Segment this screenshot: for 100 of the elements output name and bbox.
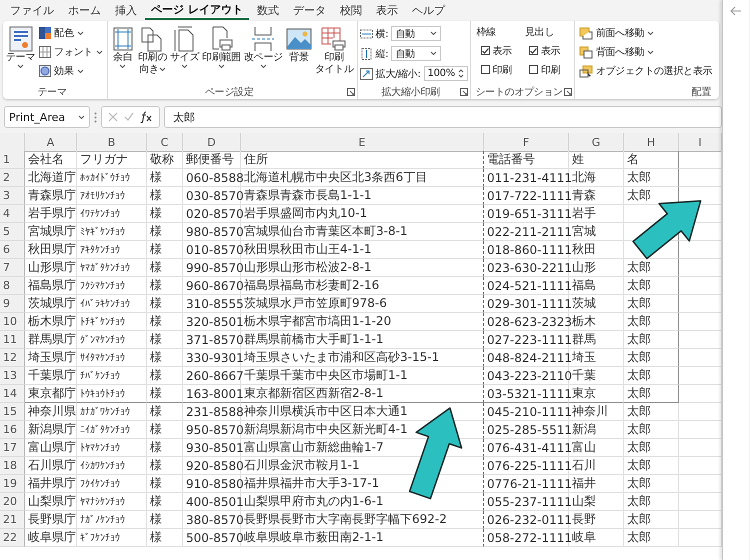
- ribbon-tab[interactable]: ファイル: [4, 1, 60, 20]
- table-cell: 930-8501: [183, 439, 241, 457]
- dropdown-field[interactable]: 自動: [391, 26, 442, 41]
- table-cell: フリガナ: [77, 151, 147, 169]
- table-cell: 960-8670: [183, 277, 241, 295]
- table-cell: 栃木県宇都宮市塙田1-1-20: [241, 313, 484, 331]
- table-cell: 400-8501: [183, 493, 241, 511]
- checkbox[interactable]: [528, 65, 538, 74]
- table-cell: ｸﾞﾝﾏｹﾝﾁｮｳ: [77, 331, 147, 349]
- theme-button[interactable]: テーマ: [5, 24, 36, 85]
- page-setup-button[interactable]: 背景: [284, 24, 313, 85]
- row-header: 9: [0, 295, 25, 313]
- dialog-launcher-icon[interactable]: [564, 88, 572, 96]
- checkbox[interactable]: [528, 46, 538, 55]
- function-icon[interactable]: [140, 111, 153, 123]
- table-cell: ｻｲﾀﾏｹﾝﾁｮｳ: [77, 349, 147, 367]
- caret-icon: [119, 64, 126, 69]
- table-cell: 様: [147, 511, 183, 529]
- formula-field[interactable]: 太郎: [164, 106, 722, 128]
- ribbon-tab[interactable]: 表示: [370, 1, 404, 20]
- arrange-button[interactable]: オブジェクトの選択と表示: [576, 62, 714, 80]
- group-label: テーマ: [37, 86, 67, 99]
- table-cell: 950-8570: [183, 421, 241, 439]
- arrange-button[interactable]: 背面へ移動: [576, 43, 714, 61]
- check-icon[interactable]: [124, 112, 134, 122]
- table-cell: ﾔﾏｶﾞﾀｹﾝﾁｮｳ: [77, 259, 147, 277]
- table-cell: 011-231-4111: [484, 169, 569, 187]
- scale-icon: [360, 68, 373, 80]
- ribbon-tab[interactable]: 校閲: [334, 1, 368, 20]
- table-cell: 様: [147, 169, 183, 187]
- caret-icon: [260, 64, 267, 69]
- table-cell: ﾌｸｼﾏｹﾝﾁｮｳ: [77, 277, 147, 295]
- caret-icon: [96, 50, 103, 54]
- checkbox[interactable]: [480, 65, 490, 74]
- table-cell: 会社名: [25, 151, 77, 169]
- table-cell: 茨城: [569, 295, 624, 313]
- ribbon-tab[interactable]: ヘルプ: [406, 1, 451, 20]
- row-header: 5: [0, 223, 25, 241]
- caret-icon: [76, 30, 84, 36]
- dialog-launcher-icon[interactable]: [346, 88, 355, 96]
- table-cell: ｱｵﾓﾘｹﾝﾁｮｳ: [77, 187, 147, 205]
- table-cell: 山梨: [569, 493, 624, 511]
- row-header: 16: [0, 421, 25, 439]
- group-label: シートのオプション: [476, 86, 563, 99]
- table-cell: 郵便番号: [183, 151, 241, 169]
- table-cell: ｷﾞﾌｹﾝﾁｮｳ: [77, 529, 147, 547]
- table-cell: ｲﾜﾃｹﾝﾁｮｳ: [77, 205, 147, 223]
- theme-option-button[interactable]: 配色: [37, 24, 105, 42]
- theme-option-button[interactable]: 効果: [37, 62, 105, 80]
- ribbon-tab[interactable]: ホーム: [62, 1, 107, 20]
- spinner-icon: [458, 68, 464, 79]
- table-cell: 東京都庁: [25, 385, 77, 403]
- row-header: 1: [0, 151, 25, 169]
- back-arrow-icon[interactable]: [730, 6, 742, 16]
- height-fit-icon: [360, 48, 373, 60]
- more-options-icon[interactable]: [94, 112, 97, 122]
- dropdown-field[interactable]: 自動: [391, 46, 442, 61]
- ribbon-tab[interactable]: データ: [286, 1, 332, 20]
- arrange-button[interactable]: 前面へ移動: [576, 24, 714, 42]
- table-cell: ﾅｶﾞﾉｹﾝﾁｮｳ: [77, 511, 147, 529]
- table-cell: ｲﾊﾞﾗｷｹﾝﾁｮｳ: [77, 295, 147, 313]
- page-setup-button[interactable]: 改ページ: [242, 24, 284, 85]
- table-cell: 076-225-1111: [484, 457, 569, 475]
- table-cell: 太郎: [624, 529, 679, 547]
- table-cell: ｲｼｶﾜｹﾝﾁｮｳ: [77, 457, 147, 475]
- dialog-launcher-icon[interactable]: [460, 88, 468, 96]
- layers-icon: [578, 46, 593, 58]
- column-header: C: [147, 133, 183, 152]
- table-cell: 様: [147, 403, 183, 421]
- table-cell: 太郎: [624, 367, 679, 385]
- spin-field[interactable]: 100%: [424, 66, 468, 81]
- table-cell: 0776-21-1111: [484, 475, 569, 493]
- table-cell: 太郎: [624, 511, 679, 529]
- page-setup-button[interactable]: 印刷 タイトル: [314, 24, 355, 85]
- checkbox-label: 印刷: [540, 64, 560, 76]
- table-cell: 埼玉県庁: [25, 349, 77, 367]
- page-setup-button[interactable]: サイズ: [169, 24, 200, 85]
- table-cell: 様: [147, 277, 183, 295]
- checkbox[interactable]: [480, 46, 490, 55]
- table-cell: 群馬: [569, 331, 624, 349]
- caret-icon: [181, 64, 188, 69]
- row-header: 20: [0, 493, 25, 511]
- table-cell: 様: [147, 367, 183, 385]
- option-heading: 枠線: [476, 26, 497, 40]
- row-header: 21: [0, 511, 25, 529]
- caret-icon: [647, 50, 654, 54]
- table-cell: 富山県庁: [25, 439, 77, 457]
- column-header: I: [679, 133, 722, 152]
- table-cell: 埼玉: [569, 349, 624, 367]
- name-box[interactable]: Print_Area: [4, 106, 90, 128]
- table-cell: 320-8501: [183, 313, 241, 331]
- page-setup-button[interactable]: 余白: [110, 24, 136, 85]
- column-header: A: [25, 133, 77, 152]
- table-cell: 岩手県庁: [25, 205, 77, 223]
- theme-option-button[interactable]: フォント: [37, 43, 105, 61]
- theme-page-icon: [8, 26, 33, 52]
- page-setup-button[interactable]: 印刷の 向き: [136, 24, 168, 85]
- ribbon-tab[interactable]: 挿入: [109, 1, 143, 20]
- ribbon-tab[interactable]: 数式: [250, 1, 285, 20]
- page-setup-button[interactable]: 印刷範囲: [201, 24, 242, 85]
